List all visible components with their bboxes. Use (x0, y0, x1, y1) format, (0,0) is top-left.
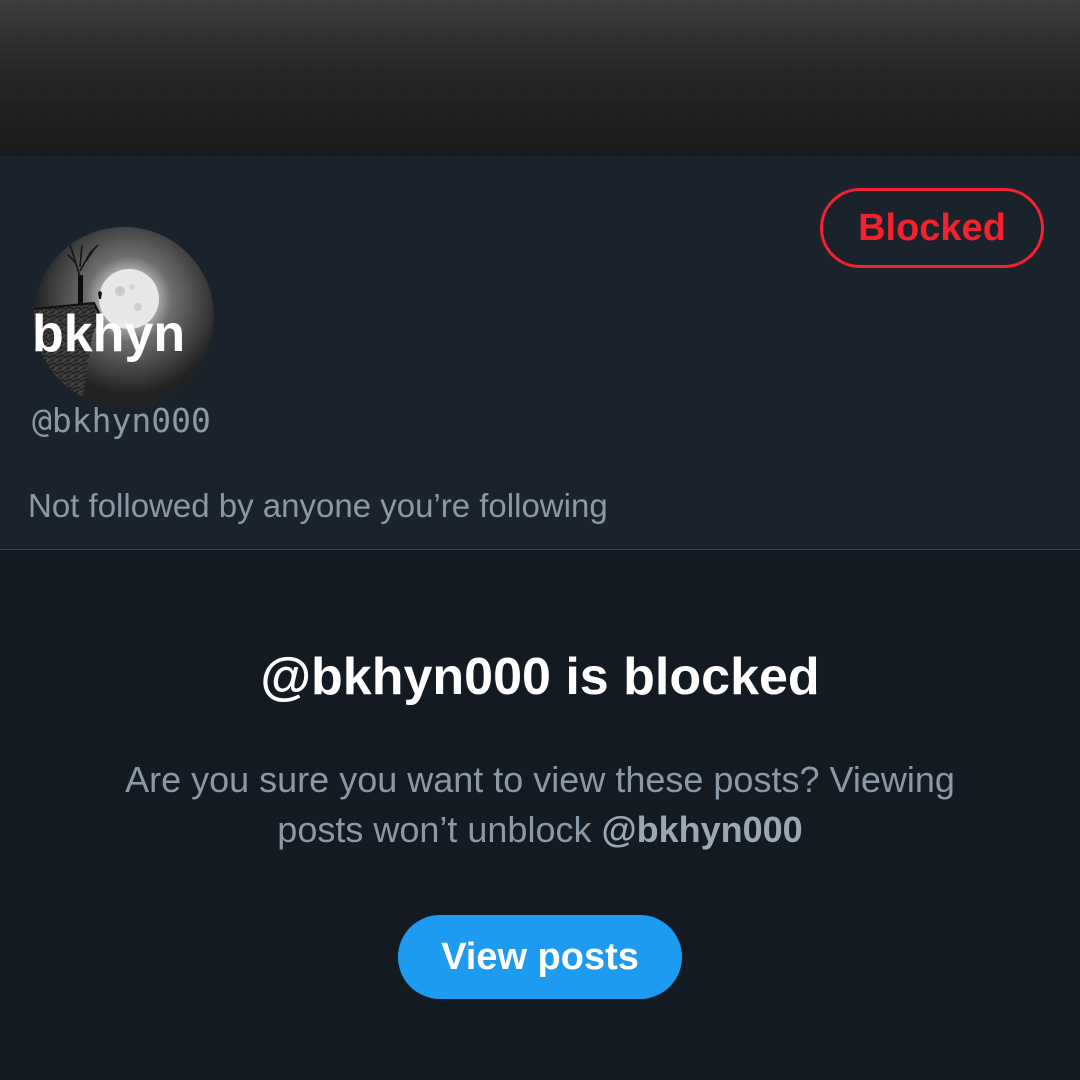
profile-banner[interactable] (0, 0, 1080, 156)
blocked-button[interactable]: Blocked (820, 188, 1044, 268)
blocked-notice-text: Are you sure you want to view these post… (125, 759, 955, 850)
profile-page: bkhyn @bkhyn000 Not followed by anyone y… (0, 0, 1080, 1080)
display-name: bkhyn (32, 305, 186, 363)
blocked-notice-description: Are you sure you want to view these post… (80, 755, 1000, 855)
profile-handle: @bkhyn000 (32, 401, 211, 440)
followed-by-text[interactable]: Not followed by anyone you’re following (28, 484, 608, 528)
view-posts-button[interactable]: View posts (398, 915, 682, 999)
blocked-notice-mention[interactable]: @bkhyn000 (602, 809, 803, 850)
banner-texture (0, 0, 1080, 156)
blocked-notice-title: @bkhyn000 is blocked (260, 648, 820, 706)
